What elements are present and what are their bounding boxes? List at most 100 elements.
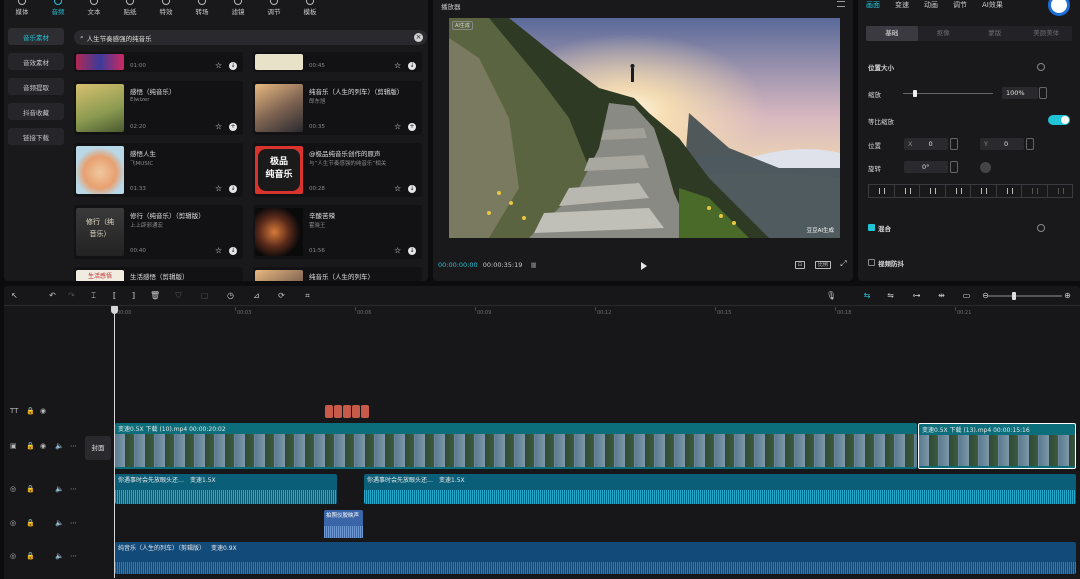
align-middle-v-icon[interactable]	[970, 184, 997, 198]
rotate-stepper[interactable]	[950, 161, 958, 173]
caption-icon[interactable]: ▭	[962, 291, 971, 300]
tab-text[interactable]: 文本	[76, 0, 112, 16]
download-icon[interactable]: ↓	[408, 247, 416, 255]
tab-filter[interactable]: 滤镜	[220, 0, 256, 16]
music-clip[interactable]: 纯音乐（人生的列车）（剪辑版） 变速0.9X	[115, 542, 1076, 574]
menu-icon[interactable]	[837, 1, 845, 7]
tab-speed[interactable]: 变速	[895, 0, 909, 12]
eye-icon[interactable]: ◉	[40, 407, 46, 415]
speaker-icon[interactable]: 🔈	[55, 485, 64, 493]
tab-media[interactable]: 媒体	[4, 0, 40, 16]
aspect-ratio-button[interactable]: 比例	[815, 261, 831, 269]
split-icon[interactable]: ⌶	[89, 291, 98, 300]
video-preview[interactable]: AI生成 豆豆AI生成	[449, 18, 840, 238]
music-card[interactable]: 感悟人生 飞MUSIC 01:33 ☆ ↓	[74, 143, 243, 197]
text-clip[interactable]	[343, 405, 351, 418]
lock-icon[interactable]: 🔒	[26, 552, 35, 560]
preview-axis-icon[interactable]: ⇹	[937, 291, 946, 300]
freeze-icon[interactable]: ▢	[200, 291, 209, 300]
split-right-icon[interactable]: ⟧	[129, 291, 138, 300]
timeline-grid-icon[interactable]: ▦	[530, 261, 536, 269]
cover-button[interactable]: 封面	[85, 436, 111, 460]
delete-icon[interactable]: 🗑	[150, 291, 160, 300]
fullscreen-fit-icon[interactable]: ⊡	[795, 261, 805, 269]
sidebar-item-sfx[interactable]: 音效素材	[8, 53, 64, 70]
tab-transition[interactable]: 转场	[184, 0, 220, 16]
redo-icon[interactable]: ↷	[67, 291, 76, 300]
zoom-in-icon[interactable]: ⊕	[1063, 291, 1072, 300]
tab-adjust-props[interactable]: 调节	[953, 0, 967, 12]
music-card[interactable]: 00:45 ☆ ↓	[253, 52, 422, 72]
voice-clip[interactable]: 你遇事时会先放眼头还… 变速1.5X	[364, 474, 1076, 504]
music-card[interactable]: 生活感悟 生活感悟（剪辑版）	[74, 267, 243, 281]
reset-blend-icon[interactable]	[1037, 224, 1045, 232]
music-card[interactable]: 感悟（纯音乐） Elwizer 02:20 ☆ +	[74, 81, 243, 135]
tab-audio[interactable]: 音频	[40, 0, 76, 16]
subtab-mask[interactable]: 蒙版	[969, 26, 1021, 41]
text-clip[interactable]	[352, 405, 360, 418]
rotate-input[interactable]: 0°	[904, 161, 948, 173]
tab-adjust[interactable]: 调节	[256, 0, 292, 16]
scale-stepper[interactable]	[1039, 87, 1047, 99]
link-icon[interactable]: ⊶	[912, 291, 921, 300]
align-top-icon[interactable]	[944, 184, 971, 198]
shield-icon[interactable]: ⛉	[174, 291, 183, 300]
tab-template[interactable]: 模板	[292, 0, 328, 16]
lock-icon[interactable]: 🔒	[26, 519, 35, 527]
lock-icon[interactable]: 🔒	[26, 485, 35, 493]
speaker-icon[interactable]: 🔈	[55, 552, 64, 560]
music-card[interactable]: 01:00 ☆ ↓	[74, 52, 243, 72]
zoom-slider-knob[interactable]	[1012, 292, 1016, 300]
more-icon[interactable]: ⋯	[70, 552, 77, 560]
favorite-icon[interactable]: ☆	[215, 62, 223, 70]
music-card[interactable]: 极品 纯音乐 @极品纯音乐创作的原声 与“人生节奏感强的纯音乐”相关 00:28…	[253, 143, 422, 197]
favorite-icon[interactable]: ☆	[394, 123, 402, 131]
sidebar-item-extract[interactable]: 音频提取	[8, 78, 64, 95]
favorite-icon[interactable]: ☆	[215, 123, 223, 131]
scale-slider[interactable]	[903, 90, 993, 97]
play-reverse-icon[interactable]: ◷	[226, 291, 235, 300]
more-icon[interactable]: ⋯	[70, 442, 77, 450]
zoom-slider[interactable]	[988, 292, 1062, 300]
music-card[interactable]: 纯音乐（人生的列车）（剪辑版） 郎东旭 00:35 ☆ +	[253, 81, 422, 135]
more-icon[interactable]: ⋯	[70, 519, 77, 527]
rotate-icon[interactable]: ⟳	[277, 291, 286, 300]
tab-effects[interactable]: 特效	[148, 0, 184, 16]
tab-sticker[interactable]: 贴纸	[112, 0, 148, 16]
select-cursor-icon[interactable]: ↖	[10, 291, 19, 300]
video-clip-selected[interactable]: 变速0.5X 下载 (13).mp4 00:00:15:16	[918, 423, 1076, 469]
uniform-scale-toggle[interactable]	[1048, 115, 1070, 125]
expand-icon[interactable]: ⤢	[839, 260, 848, 269]
download-icon[interactable]: ↓	[229, 62, 237, 70]
lock-icon[interactable]: 🔒	[26, 442, 35, 450]
align-bottom-icon[interactable]	[995, 184, 1022, 198]
scale-input[interactable]: 100%	[1002, 87, 1038, 99]
tab-picture[interactable]: 画面	[866, 0, 880, 12]
favorite-icon[interactable]: ☆	[394, 62, 402, 70]
add-icon[interactable]: +	[408, 123, 416, 131]
favorite-icon[interactable]: ☆	[394, 185, 402, 193]
speaker-icon[interactable]: 🔈	[55, 442, 64, 450]
favorite-icon[interactable]: ☆	[215, 185, 223, 193]
sidebar-item-douyin[interactable]: 抖音收藏	[8, 103, 64, 120]
download-icon[interactable]: ↓	[229, 185, 237, 193]
eye-icon[interactable]: ◉	[40, 442, 46, 450]
rotate-dial-icon[interactable]	[980, 162, 991, 173]
text-clip[interactable]	[325, 405, 333, 418]
lock-icon[interactable]: 🔒	[26, 407, 35, 415]
clear-search-icon[interactable]: ×	[414, 33, 423, 42]
position-x-stepper[interactable]	[950, 138, 958, 150]
flip-v-icon[interactable]	[1046, 184, 1073, 198]
music-card[interactable]: 纯音乐（人生的列车）	[253, 267, 422, 281]
download-icon[interactable]: ↓	[229, 247, 237, 255]
microphone-icon[interactable]: 🎙	[826, 291, 836, 300]
stabilize-checkbox[interactable]	[868, 259, 875, 266]
music-card[interactable]: 修行（纯 音乐） 修行（纯音乐）（剪辑版） 上上辟邪通宏 00:40 ☆ ↓	[74, 205, 243, 259]
subtab-basic[interactable]: 基础	[866, 26, 918, 41]
split-left-icon[interactable]: ⟦	[110, 291, 119, 300]
video-clip[interactable]: 变速0.5X 下载 (10).mp4 00:00:20:02	[115, 423, 917, 469]
position-y-stepper[interactable]	[1026, 138, 1034, 150]
snap-icon[interactable]: ⇋	[886, 291, 895, 300]
download-icon[interactable]: ↓	[408, 62, 416, 70]
mirror-icon[interactable]: ⊿	[252, 291, 261, 300]
